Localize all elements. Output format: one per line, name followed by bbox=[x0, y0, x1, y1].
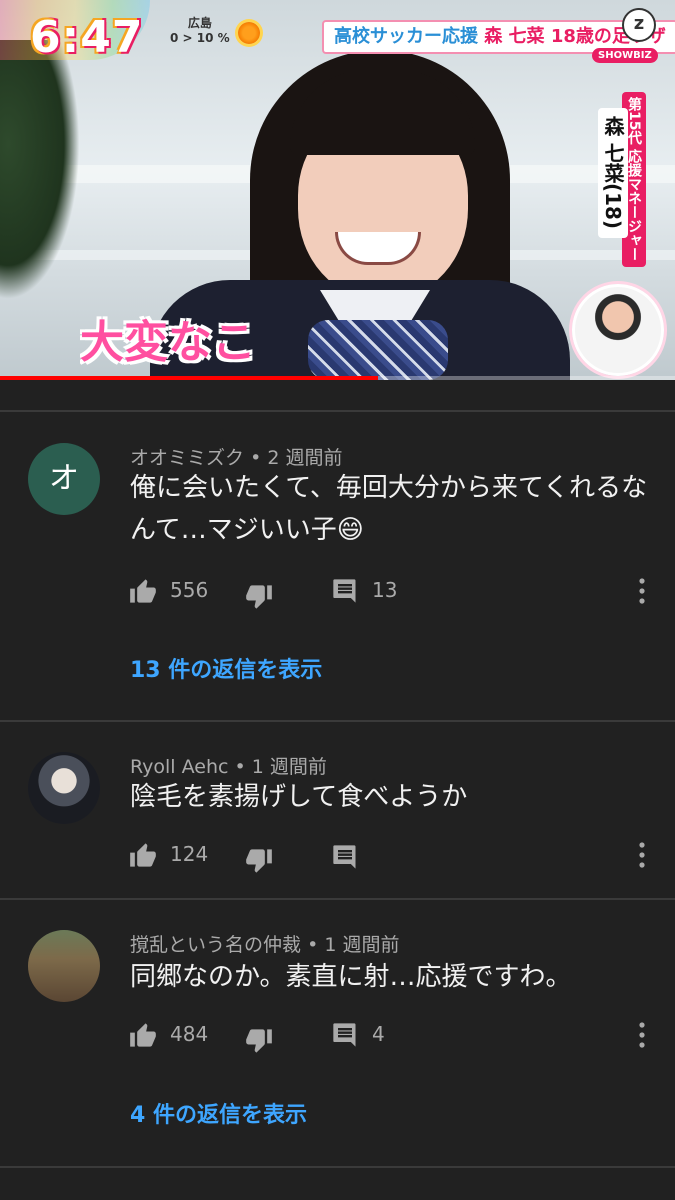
like-count: 124 bbox=[170, 842, 209, 866]
meta-separator: • bbox=[250, 447, 268, 469]
comment-time: 1 週間前 bbox=[251, 756, 327, 778]
video-caption: 大変なこ bbox=[80, 317, 256, 368]
comment-time: 2 週間前 bbox=[267, 447, 343, 469]
reply-icon[interactable] bbox=[330, 1020, 360, 1050]
avatar[interactable] bbox=[28, 752, 100, 824]
reply-count: 13 bbox=[372, 578, 398, 602]
comment-time: 1 週間前 bbox=[324, 934, 400, 956]
showbiz-logo-icon: z bbox=[622, 8, 656, 42]
like-count: 556 bbox=[170, 578, 209, 602]
comment-text: 同郷なのか。素直に射…応援ですわ。 bbox=[130, 962, 572, 992]
thumbs-up-icon[interactable] bbox=[128, 840, 158, 870]
comment-meta: Ryoll Aehc • 1 週間前 bbox=[130, 752, 327, 779]
comment-author[interactable]: オオミミズク bbox=[130, 447, 244, 469]
reply-icon[interactable] bbox=[330, 576, 360, 606]
comment-item: オ オオミミズク • 2 週間前 俺に会いたくて、毎回大分から来てくれるなんて…… bbox=[0, 412, 675, 720]
video-progress-bar[interactable] bbox=[0, 376, 675, 380]
weather-city: 広島 bbox=[187, 16, 212, 30]
person-bow bbox=[308, 320, 448, 380]
comment-actions: 484 4 bbox=[0, 1016, 675, 1056]
avatar[interactable] bbox=[28, 930, 100, 1002]
weather-info: 広島 0 > 10 % bbox=[170, 16, 230, 46]
comment-text: 陰毛を素揚げして食べようか bbox=[130, 782, 468, 812]
more-options-icon[interactable] bbox=[630, 838, 654, 872]
comment-meta: オオミミズク • 2 週間前 bbox=[130, 443, 342, 470]
thumbs-down-icon[interactable] bbox=[244, 846, 274, 876]
reply-count: 4 bbox=[372, 1022, 385, 1046]
thumbs-down-icon[interactable] bbox=[244, 582, 274, 612]
showbiz-label: SHOWBIZ bbox=[592, 48, 658, 63]
presenter-thumbnail bbox=[572, 284, 664, 376]
divider bbox=[0, 1166, 675, 1168]
weather-percent: 0 > 10 % bbox=[170, 31, 230, 45]
thumbs-down-icon[interactable] bbox=[244, 1026, 274, 1056]
comment-author[interactable]: 撹乱という名の仲裁 bbox=[130, 934, 301, 956]
comment-actions: 556 13 bbox=[0, 572, 675, 612]
like-count: 484 bbox=[170, 1022, 209, 1046]
comment-text: 俺に会いたくて、毎回大分から来てくれるなんて…マジいい子😄 bbox=[130, 473, 648, 545]
thumbs-up-icon[interactable] bbox=[128, 1020, 158, 1050]
thumbs-up-icon[interactable] bbox=[128, 576, 158, 606]
plant-decoration bbox=[0, 40, 80, 300]
broadcast-clock: 6:47 bbox=[30, 12, 144, 63]
video-player[interactable]: 6:47 広島 0 > 10 % 高校サッカー応援 森 七菜 18歳の足ワザ z… bbox=[0, 0, 675, 380]
headline-topic: 高校サッカー応援 bbox=[334, 26, 478, 47]
name-badge: 森 七菜(18) bbox=[598, 108, 628, 238]
sun-icon bbox=[238, 22, 260, 44]
view-replies-link[interactable]: 13 件の返信を表示 bbox=[130, 652, 322, 684]
meta-separator: • bbox=[307, 934, 325, 956]
comment-item: 撹乱という名の仲裁 • 1 週間前 同郷なのか。素直に射…応援ですわ。 484 … bbox=[0, 900, 675, 1166]
more-options-icon[interactable] bbox=[630, 574, 654, 608]
comment-actions: 124 bbox=[0, 836, 675, 876]
video-progress-fill bbox=[0, 376, 378, 380]
comment-meta: 撹乱という名の仲裁 • 1 週間前 bbox=[130, 930, 399, 957]
comment-item: Ryoll Aehc • 1 週間前 陰毛を素揚げして食べようか 124 bbox=[0, 722, 675, 898]
more-options-icon[interactable] bbox=[630, 1018, 654, 1052]
reply-icon[interactable] bbox=[330, 842, 360, 872]
view-replies-link[interactable]: 4 件の返信を表示 bbox=[130, 1097, 307, 1129]
comment-author[interactable]: Ryoll Aehc bbox=[130, 756, 228, 778]
avatar[interactable]: オ bbox=[28, 443, 100, 515]
meta-separator: • bbox=[234, 756, 252, 778]
